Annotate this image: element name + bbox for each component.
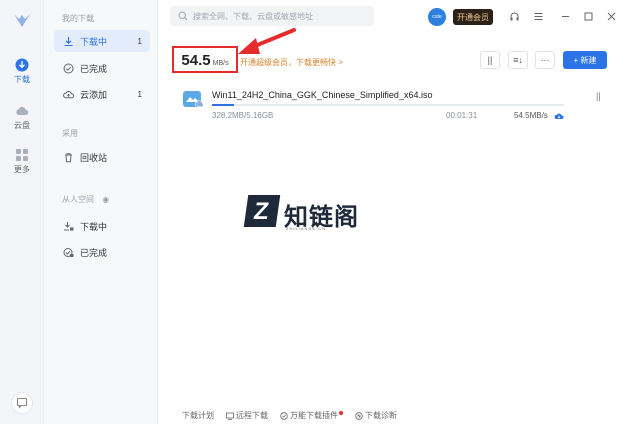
bottom-label: 万能下载插件 [290,411,338,420]
sidebar-item-downloading[interactable]: 下载中 1 [54,30,150,52]
bottom-toolbar: 下载计划 远程下载 万能下载插件 下载诊断 [182,410,409,421]
remote-download-link[interactable]: 远程下载 [226,410,268,421]
app-logo-icon [14,14,30,27]
section-title-label: 从人空间 [62,195,94,204]
rail-item-more[interactable]: 更多 [0,148,44,175]
speed-value: 54.5 [181,52,211,69]
rail-item-label: 下载 [14,75,30,84]
rail-item-label: 云盘 [14,121,30,130]
rail-item-download[interactable]: 下载 [0,58,44,85]
bottom-label: 下载计划 [182,411,214,420]
more-button[interactable]: ··· [535,51,555,69]
vip-button[interactable]: 开通会员 [453,9,493,25]
sidebar-item-label: 已完成 [80,247,108,258]
new-task-button[interactable]: + 新建 [563,51,607,69]
task-size: 328.2MB/5.16GB [212,111,274,120]
task-rate: 54.5MB/s [514,111,548,120]
watermark-sub: ZHILIANGE.CN [286,226,327,231]
rail-item-label: 更多 [14,165,30,174]
avatar-text: cute [432,14,442,20]
count-badge: 1 [137,36,142,46]
more-grid-icon [16,149,28,161]
task-row[interactable]: Win11_24H2_China_GGK_Chinese_Simplified_… [170,84,620,124]
disc-image-file-icon [183,91,204,108]
watermark-letter: Z [252,198,271,225]
sidebar-item-trash[interactable]: 回收站 [54,146,150,168]
vip-promo-link[interactable]: 开通超级会员，下载更畅快 > [240,57,343,68]
check-lock-icon [63,247,74,257]
search-input[interactable]: 搜索全网、下载、云盘或敏感地址 [170,6,374,26]
search-placeholder: 搜索全网、下载、云盘或敏感地址 [193,11,313,21]
plugin-link[interactable]: 万能下载插件 [280,410,343,421]
sidebar-item-remote-completed[interactable]: 已完成 [54,241,150,263]
notification-dot [339,410,343,415]
cloud-icon [16,106,29,115]
watermark-logo: Z 知链阁 ZHILIANGE.CN [243,195,386,235]
headset-icon[interactable] [509,11,520,22]
remote-icon [226,412,234,420]
sidebar-item-completed[interactable]: 已完成 [54,57,150,79]
sidebar-item-label: 云添加 [80,89,108,100]
sidebar-item-label: 已完成 [80,63,108,74]
section-title-favorites: 采用 [62,129,78,138]
task-filename: Win11_24H2_China_GGK_Chinese_Simplified_… [212,90,433,100]
section-title-downloads: 我的下载 [62,14,94,23]
search-icon [178,11,188,21]
download-icon [15,58,29,72]
bottom-label: 远程下载 [236,411,268,420]
check-circle-icon [63,63,74,73]
task-pause-button[interactable]: || [596,91,601,101]
cloud-accelerate-icon [554,113,564,119]
left-rail: 下载 云盘 更多 [0,0,44,424]
sort-button[interactable]: ≡↓ [508,51,528,69]
cloud-add-icon [63,90,74,98]
bottom-label: 下载诊断 [365,411,397,420]
feedback-icon [17,398,27,409]
avatar[interactable]: cute [428,8,446,26]
sidebar-item-remote-downloading[interactable]: 下载中 [54,215,150,237]
feedback-button[interactable] [11,392,33,414]
download-icon [64,36,73,46]
task-progress-bar [212,104,564,106]
eye-icon[interactable]: ◉ [102,195,109,204]
trash-icon [65,152,72,162]
rail-item-cloud[interactable]: 云盘 [0,104,44,131]
plugin-icon [280,411,288,420]
sidebar-item-cloud-add[interactable]: 云添加 1 [54,83,150,105]
download-plan-link[interactable]: 下载计划 [182,410,214,421]
menu-icon[interactable] [533,11,544,22]
diagnose-link[interactable]: 下载诊断 [355,410,397,421]
watermark-mark: Z [243,195,281,227]
sidebar: 我的下载 下载中 1 已完成 云添加 1 采用 回收站 从人空间 ◉ 下载中 已… [44,0,158,424]
sidebar-item-label: 下载中 [80,221,108,232]
task-remaining-time: 00:01:31 [446,111,478,120]
download-lock-icon [64,221,74,230]
diagnose-icon [355,411,363,420]
minimize-icon[interactable] [560,11,571,22]
sidebar-item-label: 回收站 [80,152,108,163]
pause-all-button[interactable]: || [480,51,500,69]
progress-fill [212,104,234,106]
count-badge: 1 [137,89,142,99]
maximize-icon[interactable] [583,11,594,22]
sidebar-item-label: 下载中 [80,36,108,47]
speed-unit: MB/s [212,60,229,67]
section-title-remote: 从人空间 ◉ [62,194,109,205]
close-icon[interactable] [606,11,617,22]
